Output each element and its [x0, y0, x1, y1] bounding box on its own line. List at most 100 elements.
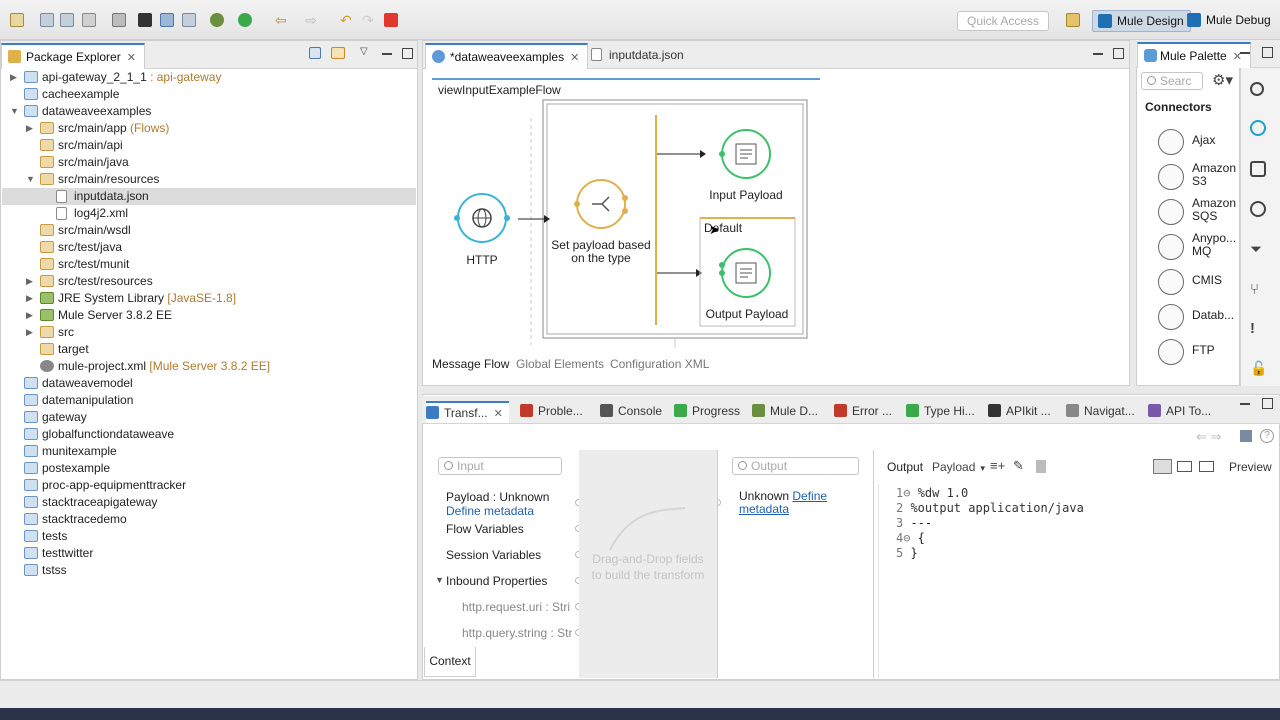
tree-item[interactable]: ▶ src/test/resources — [2, 273, 416, 290]
tree-item[interactable]: src/main/wsdl — [2, 222, 416, 239]
undo-icon[interactable]: ↶ — [340, 13, 354, 27]
bottom-tab[interactable]: Type Hi... — [906, 401, 975, 423]
bottom-tab[interactable]: Progress — [674, 401, 740, 423]
minimize-icon[interactable] — [1093, 53, 1103, 55]
maximize-icon[interactable] — [402, 48, 413, 59]
edit-icon[interactable]: ✎ — [1013, 458, 1024, 474]
tree-item[interactable]: ▼ dataweaveexamples — [2, 103, 416, 120]
property-row[interactable]: http.query.string : Str — [462, 626, 572, 640]
bottom-tab[interactable]: Error ... — [834, 401, 892, 423]
bottom-tab[interactable]: Console — [600, 401, 662, 423]
flow-variables-row[interactable]: Flow Variables — [446, 522, 524, 536]
tree-item[interactable]: target — [2, 341, 416, 358]
back-icon[interactable]: ⇦ — [275, 13, 289, 27]
tree-item[interactable]: proc-app-equipmenttracker — [2, 477, 416, 494]
error-handling-icon[interactable]: ! — [1250, 321, 1266, 337]
session-variables-row[interactable]: Session Variables — [446, 548, 541, 562]
filter-icon[interactable]: ⏷ — [1250, 242, 1266, 258]
close-icon[interactable]: ✕ — [127, 52, 136, 64]
minimize-icon[interactable] — [382, 53, 392, 55]
maximize-icon[interactable] — [1262, 47, 1273, 58]
tab-dataweaveexamples[interactable]: *dataweaveexamples ✕ — [425, 43, 589, 69]
maximize-icon[interactable] — [1262, 398, 1273, 409]
quick-access-input[interactable]: Quick Access — [957, 11, 1049, 31]
help-icon[interactable]: ? — [1260, 429, 1274, 443]
property-row[interactable]: http.request.uri : Stri — [462, 600, 572, 614]
tree-item[interactable]: src/test/java — [2, 239, 416, 256]
save-all-icon[interactable] — [60, 13, 74, 27]
context-tab[interactable]: Context — [424, 647, 476, 677]
collapsed-arrow-icon[interactable]: ▶ — [26, 273, 36, 290]
minimize-icon[interactable] — [1240, 403, 1250, 405]
minimize-icon[interactable] — [1240, 52, 1250, 54]
redo-icon[interactable]: ↷ — [362, 13, 376, 27]
layout-split-icon[interactable] — [1177, 461, 1192, 472]
layout-single-icon[interactable] — [1199, 461, 1214, 472]
tab-global-elements[interactable]: Global Elements — [516, 357, 604, 371]
tab-configuration-xml[interactable]: Configuration XML — [610, 357, 709, 371]
tree-item[interactable]: log4j2.xml — [2, 205, 416, 222]
code-line[interactable]: 2 %output application/java — [896, 501, 1084, 516]
tree-item[interactable]: mule-project.xml [Mule Server 3.8.2 EE] — [2, 358, 416, 375]
settings-gear-icon[interactable]: ⚙▾ — [1212, 71, 1233, 89]
payload-select[interactable]: Payload ▼ — [932, 460, 987, 474]
tree-item[interactable]: ▶ api-gateway_2_1_1 : api-gateway — [2, 69, 416, 86]
tree-item[interactable]: ▼ src/main/resources — [2, 171, 416, 188]
tree-item[interactable]: ▶ src/main/app (Flows) — [2, 120, 416, 137]
tree-item[interactable]: tstss — [2, 562, 416, 579]
deploy-icon[interactable] — [112, 13, 126, 27]
tree-item[interactable]: ▶ Mule Server 3.8.2 EE — [2, 307, 416, 324]
collapsed-arrow-icon[interactable]: ▶ — [26, 324, 36, 341]
layout-tree-icon[interactable] — [1153, 459, 1172, 474]
expanded-arrow-icon[interactable]: ▼ — [26, 171, 36, 188]
connector-icon[interactable] — [1250, 120, 1266, 136]
code-line[interactable]: 1⊖ %dw 1.0 — [896, 486, 968, 501]
palette-search-input[interactable]: Searc — [1141, 72, 1203, 90]
save-icon[interactable] — [40, 13, 54, 27]
folder-icon[interactable] — [182, 13, 196, 27]
view-menu-icon[interactable]: ▽ — [360, 46, 368, 57]
stop-icon[interactable] — [384, 13, 398, 27]
delete-icon[interactable] — [1036, 460, 1046, 473]
tab-package-explorer[interactable]: Package Explorer ✕ — [1, 43, 145, 69]
bottom-tab[interactable]: Proble... — [520, 401, 583, 423]
component-icon[interactable] — [1250, 201, 1266, 217]
collapsed-arrow-icon[interactable]: ▶ — [26, 307, 36, 324]
define-link[interactable]: Define — [792, 489, 827, 503]
run-icon[interactable] — [238, 13, 252, 27]
tree-item[interactable]: tests — [2, 528, 416, 545]
tab-message-flow[interactable]: Message Flow — [432, 357, 509, 371]
collapsed-arrow-icon[interactable]: ▶ — [26, 120, 36, 137]
bottom-tab[interactable]: Navigat... — [1066, 401, 1135, 423]
tree-item[interactable]: cacheexample — [2, 86, 416, 103]
export-icon[interactable] — [138, 13, 152, 27]
new-icon[interactable] — [10, 13, 24, 27]
tree-item[interactable]: src/test/munit — [2, 256, 416, 273]
bottom-tab[interactable]: Transf... ✕ — [426, 401, 509, 423]
tree-item[interactable]: datemanipulation — [2, 392, 416, 409]
inbound-properties-row[interactable]: Inbound Properties — [446, 574, 547, 588]
maximize-icon[interactable] — [1113, 48, 1124, 59]
preview-button[interactable]: Preview — [1229, 460, 1272, 474]
input-search[interactable]: Input — [438, 457, 562, 475]
define-metadata-link[interactable]: Define metadata — [446, 504, 549, 518]
debug-icon[interactable] — [210, 13, 224, 27]
close-icon[interactable]: ✕ — [570, 52, 579, 64]
tree-item[interactable]: src/main/java — [2, 154, 416, 171]
tree-item[interactable]: dataweavemodel — [2, 375, 416, 392]
code-line[interactable]: 4⊖ { — [896, 531, 925, 546]
tree-item[interactable]: testtwitter — [2, 545, 416, 562]
expanded-arrow-icon[interactable]: ▼ — [10, 103, 20, 120]
perspective-mule-design[interactable]: Mule Design — [1092, 10, 1191, 32]
tab-mule-palette[interactable]: Mule Palette ✕ — [1137, 42, 1251, 68]
open-perspective-icon[interactable] — [1066, 13, 1080, 27]
package-icon[interactable] — [160, 13, 174, 27]
metadata-link[interactable]: metadata — [739, 502, 789, 516]
code-line[interactable]: 3 --- — [896, 516, 932, 531]
bottom-tab[interactable]: Mule D... — [752, 401, 818, 423]
expand-arrow-icon[interactable]: ▼ — [435, 575, 444, 585]
add-output-icon[interactable]: ≡+ — [990, 458, 1005, 473]
save-icon[interactable] — [1240, 430, 1252, 442]
close-icon[interactable]: ✕ — [494, 408, 503, 420]
tree-item[interactable]: stacktraceapigateway — [2, 494, 416, 511]
